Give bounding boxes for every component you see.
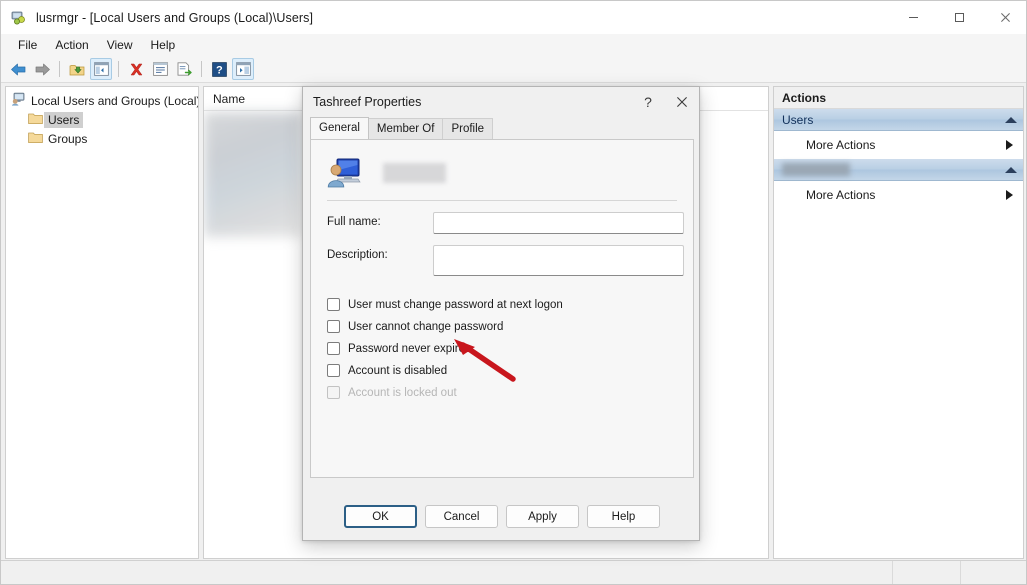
full-name-row: Full name:: [311, 212, 693, 234]
dialog-tab-page-general: Full name: Description: User must change…: [310, 139, 694, 478]
minimize-icon[interactable]: [890, 1, 936, 34]
show-hide-console-tree-icon[interactable]: [90, 58, 112, 80]
menu-item-view[interactable]: View: [98, 36, 142, 54]
checkbox-row-password-never-expires[interactable]: Password never expires: [327, 338, 693, 359]
computer-icon: [11, 92, 26, 109]
toolbar: ?: [1, 56, 1026, 83]
folder-icon: [28, 131, 43, 147]
forward-icon[interactable]: [31, 58, 53, 80]
actions-pane: Actions Users More Actions More Actions: [773, 86, 1024, 559]
statusbar-text: [1, 561, 892, 584]
checkbox-label: Password never expires: [348, 342, 471, 355]
mmc-snapin-icon: [11, 10, 27, 26]
chevron-right-icon: [1006, 190, 1013, 200]
delete-icon[interactable]: [125, 58, 147, 80]
action-item-more-actions[interactable]: More Actions: [774, 181, 1023, 209]
back-icon[interactable]: [7, 58, 29, 80]
menu-item-help[interactable]: Help: [142, 36, 185, 54]
tree-item-label: Users: [44, 111, 84, 128]
show-hide-action-pane-icon[interactable]: [232, 58, 254, 80]
description-input[interactable]: [433, 245, 684, 276]
checkbox-row-account-is-locked-out: Account is locked out: [327, 382, 693, 403]
statusbar-cell: [960, 561, 1026, 584]
tree-item-users[interactable]: Users: [6, 110, 198, 129]
description-label: Description:: [327, 249, 388, 261]
checkbox-account-is-disabled[interactable]: [327, 364, 340, 377]
apply-button[interactable]: Apply: [506, 505, 579, 528]
svg-text:?: ?: [216, 64, 223, 76]
user-account-icon: [327, 157, 361, 189]
account-options-list: User must change password at next logon …: [311, 294, 693, 403]
chevron-up-icon[interactable]: [1005, 166, 1017, 173]
dialog-tabstrip: General Member Of Profile: [303, 117, 699, 139]
dialog-titlebar: Tashreef Properties ?: [303, 87, 699, 117]
toolbar-separator: [118, 61, 119, 77]
tree-item-local-users-and-groups[interactable]: Local Users and Groups (Local): [6, 91, 198, 110]
up-one-level-icon[interactable]: [66, 58, 88, 80]
column-header-name[interactable]: Name: [204, 87, 304, 111]
tab-profile[interactable]: Profile: [442, 118, 494, 139]
dialog-title: Tashreef Properties: [313, 95, 422, 109]
actions-group-header-selected-user[interactable]: [774, 159, 1023, 181]
close-icon[interactable]: [982, 1, 1026, 34]
close-icon[interactable]: [665, 87, 699, 117]
folder-icon: [28, 112, 43, 128]
export-list-icon[interactable]: [173, 58, 195, 80]
toolbar-separator: [201, 61, 202, 77]
chevron-right-icon: [1006, 140, 1013, 150]
actions-group-label: Users: [782, 112, 814, 127]
checkbox-user-must-change-password[interactable]: [327, 298, 340, 311]
user-identity-row: [311, 140, 693, 192]
list-rows-redacted: [204, 112, 302, 237]
actions-group-label-redacted: [782, 163, 850, 176]
checkbox-account-is-locked-out: [327, 386, 340, 399]
checkbox-row-user-cannot-change-password[interactable]: User cannot change password: [327, 316, 693, 337]
actions-group-header-users[interactable]: Users: [774, 109, 1023, 131]
window-title: lusrmgr - [Local Users and Groups (Local…: [36, 10, 314, 25]
checkbox-password-never-expires[interactable]: [327, 342, 340, 355]
console-tree-pane: Local Users and Groups (Local) Users Gro…: [5, 86, 199, 559]
user-properties-dialog: Tashreef Properties ? General Member Of …: [302, 86, 700, 541]
action-item-label: More Actions: [806, 138, 876, 152]
tree-item-label: Local Users and Groups (Local): [31, 93, 199, 108]
actions-pane-title: Actions: [774, 87, 1023, 109]
help-question-icon[interactable]: ?: [631, 87, 665, 117]
checkbox-label: Account is locked out: [348, 386, 457, 399]
help-icon[interactable]: ?: [208, 58, 230, 80]
full-name-label: Full name:: [327, 216, 381, 228]
menu-item-action[interactable]: Action: [46, 36, 97, 54]
checkbox-label: Account is disabled: [348, 364, 448, 377]
toolbar-separator: [59, 61, 60, 77]
checkbox-label: User must change password at next logon: [348, 298, 563, 311]
dialog-button-bar: OK Cancel Apply Help: [303, 505, 699, 528]
ok-button[interactable]: OK: [344, 505, 417, 528]
maximize-icon[interactable]: [936, 1, 982, 34]
action-item-more-actions[interactable]: More Actions: [774, 131, 1023, 159]
cancel-button[interactable]: Cancel: [425, 505, 498, 528]
chevron-up-icon[interactable]: [1005, 116, 1017, 123]
tab-general[interactable]: General: [310, 117, 369, 139]
checkbox-row-user-must-change-password[interactable]: User must change password at next logon: [327, 294, 693, 315]
identity-divider: [327, 200, 677, 201]
tree-item-groups[interactable]: Groups: [6, 129, 198, 148]
description-row: Description:: [311, 245, 693, 276]
checkbox-user-cannot-change-password[interactable]: [327, 320, 340, 333]
dialog-titlebar-buttons: ?: [631, 87, 699, 117]
menubar: File Action View Help: [1, 34, 1026, 56]
tree-item-label: Groups: [48, 131, 88, 146]
checkbox-label: User cannot change password: [348, 320, 504, 333]
username-value-redacted: [383, 162, 446, 183]
checkbox-row-account-is-disabled[interactable]: Account is disabled: [327, 360, 693, 381]
properties-icon[interactable]: [149, 58, 171, 80]
statusbar: [1, 560, 1026, 584]
statusbar-cell: [892, 561, 960, 584]
help-button[interactable]: Help: [587, 505, 660, 528]
tab-member-of[interactable]: Member Of: [367, 118, 444, 139]
action-item-label: More Actions: [806, 188, 876, 202]
window-titlebar: lusrmgr - [Local Users and Groups (Local…: [1, 1, 1026, 34]
window-controls: [890, 1, 1026, 34]
menu-item-file[interactable]: File: [9, 36, 46, 54]
lusrmgr-window: lusrmgr - [Local Users and Groups (Local…: [0, 0, 1027, 585]
full-name-input[interactable]: [433, 212, 684, 234]
